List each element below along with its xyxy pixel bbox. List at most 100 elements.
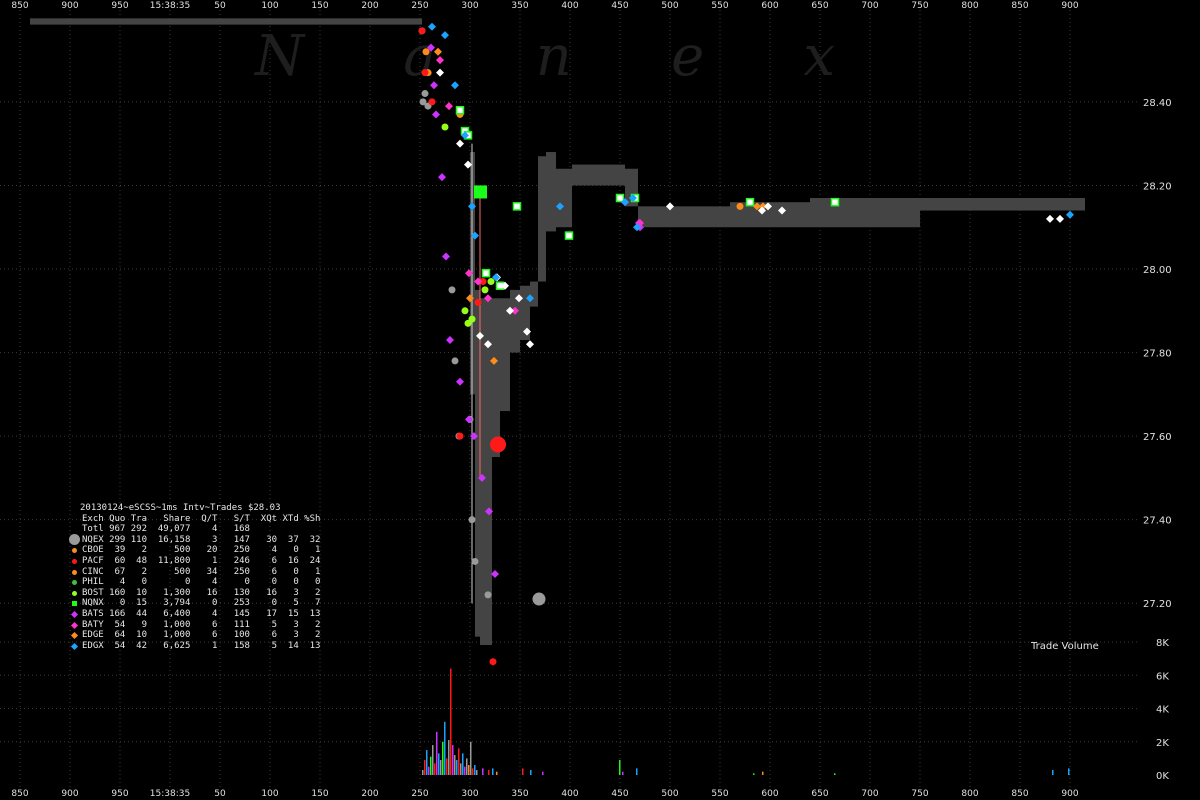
x-tick-label-top: 500	[661, 1, 678, 11]
x-tick-label-bottom: 950	[111, 789, 128, 799]
trade-marker-pacf	[421, 69, 429, 77]
legend-marker-pacf	[72, 558, 77, 564]
volume-bar	[422, 770, 424, 775]
x-tick-label-top: 750	[911, 1, 928, 11]
volume-bar	[454, 755, 456, 775]
legend-marker-nqex	[69, 533, 80, 545]
y-tick-label: 28.00	[1143, 265, 1172, 276]
stats-header: Exch Quo Tra Share Q/T S/T XQt XTd %Sh	[82, 513, 321, 524]
nbbo-band-segment	[500, 298, 510, 412]
x-tick-label-bottom: 200	[361, 789, 378, 799]
volume-bar	[834, 773, 836, 775]
x-tick-label-bottom: 900	[61, 789, 78, 799]
trade-marker-cboe	[736, 202, 744, 210]
trade-marker-edge	[456, 139, 464, 148]
trade-marker-edge	[436, 68, 444, 77]
x-tick-label-top: 600	[761, 1, 778, 11]
x-tick-label-bottom: 250	[411, 789, 428, 799]
x-tick-label-top: 700	[861, 1, 878, 11]
trade-marker-nqnx	[830, 197, 840, 207]
volume-bar	[472, 768, 474, 775]
trade-marker-pacf-large	[490, 436, 506, 453]
x-tick-label-top: 900	[1061, 1, 1078, 11]
volume-bar	[426, 750, 428, 775]
nbbo-band-segment	[556, 168, 572, 228]
x-tick-label-bottom: 100	[261, 789, 278, 799]
stats-row-nqnx: NQNX 0 15 3,794 0 253 0 5 7	[72, 598, 320, 609]
stats-title: 20130124~eSCSS~1ms Intv~Trades $28.03	[80, 503, 281, 513]
x-tick-label-bottom: 550	[711, 789, 728, 799]
stats-row-text: EDGX 54 42 6,625 1 158 5 14 13	[82, 640, 321, 651]
legend-marker-cinc	[72, 569, 77, 575]
trade-marker-nqnx	[745, 197, 755, 207]
legend-marker-baty	[70, 621, 79, 629]
volume-bar	[430, 756, 432, 775]
x-tick-label-top: 15:38:35	[150, 1, 190, 11]
volume-bar	[462, 753, 464, 775]
x-tick-label-bottom: 650	[811, 789, 828, 799]
legend-marker-phil	[72, 580, 77, 586]
nbbo-band-segment	[538, 156, 546, 282]
x-tick-label-bottom: 350	[511, 789, 528, 799]
volume-bar	[474, 765, 476, 775]
volume-bar	[450, 668, 452, 775]
trade-marker-nqnx	[564, 231, 574, 240]
y-tick-label: 28.20	[1143, 181, 1172, 192]
volume-bar	[448, 740, 450, 775]
chart-gridlines	[0, 10, 1140, 788]
volume-bar	[446, 758, 448, 775]
y-tick-label: 27.80	[1143, 349, 1172, 360]
nbbo-band-segment	[30, 18, 422, 25]
trade-marker-pacf	[489, 658, 497, 666]
volume-tick-label: 4K	[1156, 705, 1169, 716]
trade-marker-edgx	[441, 31, 449, 40]
volume-bar	[619, 760, 621, 775]
trade-marker-nqex	[421, 90, 429, 98]
stats-row-cboe: CBOE 39 2 500 20 250 4 0 1	[72, 545, 320, 556]
trade-marker-bats	[438, 173, 446, 182]
trade-marker-edgx	[1066, 210, 1074, 219]
volume-bar	[440, 760, 442, 775]
volume-bar	[482, 768, 484, 775]
nbbo-band-segment	[920, 197, 990, 211]
volume-bar	[464, 766, 466, 775]
trade-marker-nqex	[451, 357, 459, 365]
x-axis-top: 850 900 950 15:38:35 50 100 150 200 250 300 350 400…	[11, 1, 1078, 11]
legend-marker-nqnx	[72, 601, 77, 607]
volume-tick-label: 8K	[1156, 638, 1169, 649]
x-tick-label-top: 250	[411, 1, 428, 11]
volume-bar	[470, 741, 472, 775]
trade-marker-bats	[456, 377, 464, 386]
y-tick-label: 28.40	[1143, 98, 1172, 109]
volume-bar	[636, 768, 638, 775]
x-tick-label-top: 50	[214, 1, 226, 11]
stats-row-text: BOST 160 10 1,300 16 130 16 3 2	[82, 587, 321, 598]
nbbo-band-segment	[572, 164, 625, 186]
stats-row-cinc: CINC 67 2 500 34 250 6 0 1	[72, 567, 320, 578]
volume-bar	[436, 731, 438, 775]
x-tick-label-bottom: 750	[911, 789, 928, 799]
volume-bar	[424, 760, 426, 775]
volume-bar	[476, 770, 478, 775]
volume-bar	[458, 748, 460, 775]
volume-bar	[456, 760, 458, 775]
x-axis-bottom: 850 900 950 15:38:35 50 100 150 200 250 300 350 400…	[11, 789, 1078, 799]
x-tick-label-bottom: 850	[1011, 789, 1028, 799]
x-tick-label-bottom: 150	[311, 789, 328, 799]
x-tick-label-bottom: 400	[561, 789, 578, 799]
trade-marker-nqex	[448, 286, 456, 294]
stats-row-bost: BOST 160 10 1,300 16 130 16 3 2	[72, 588, 320, 599]
x-tick-label-top: 850	[11, 1, 28, 11]
trade-marker-pacf	[456, 432, 464, 440]
stats-row-text: PHIL 4 0 0 4 0 0 0 0	[82, 577, 321, 588]
stats-row-edge: EDGE 64 10 1,000 6 100 6 3 2	[70, 630, 320, 641]
volume-bar	[468, 765, 470, 775]
x-tick-label-top: 350	[511, 1, 528, 11]
stats-row-text: NQEX 299 110 16,158 3 147 30 37 32	[82, 534, 321, 545]
x-tick-label-top: 200	[361, 1, 378, 11]
volume-bar	[432, 745, 434, 775]
trade-marker-nqex	[471, 557, 479, 565]
y-axis-volume: 8K 6K 4K 2K 0K	[1156, 638, 1169, 782]
trade-marker-nqex-large	[532, 592, 546, 606]
trade-marker-edge	[1046, 214, 1054, 223]
